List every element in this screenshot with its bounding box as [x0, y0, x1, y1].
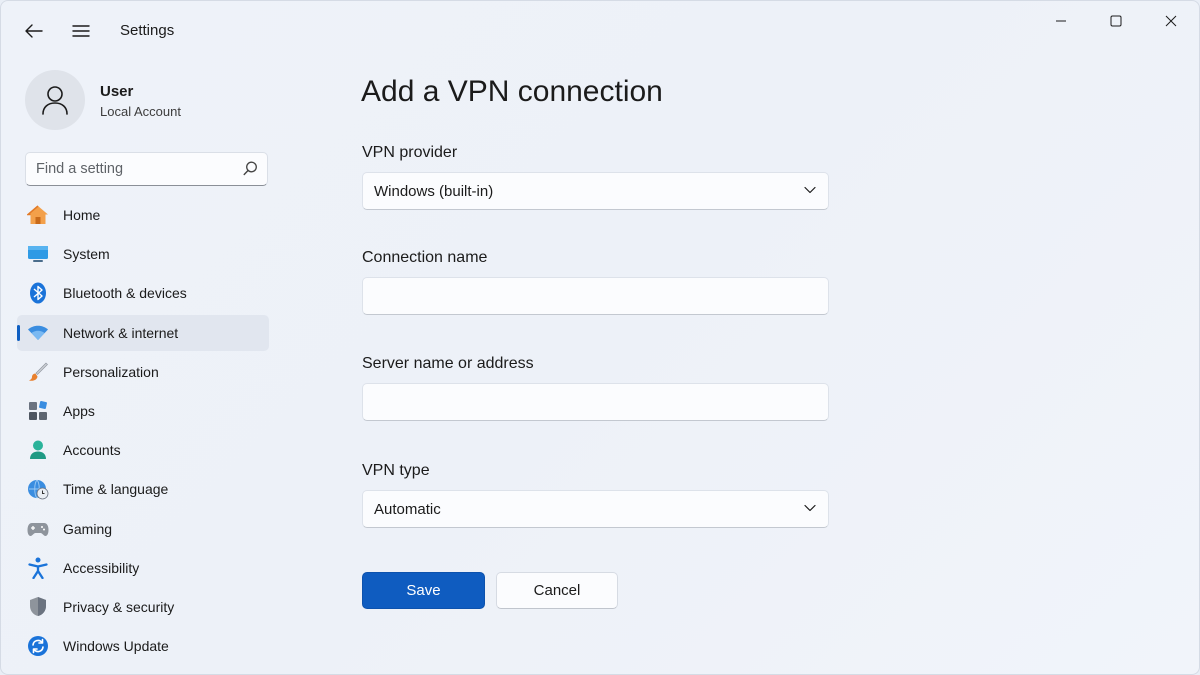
globe-clock-icon	[27, 478, 49, 500]
accessibility-icon	[27, 557, 49, 579]
sidebar-item-label: Windows Update	[63, 638, 169, 655]
sidebar-item-label: Home	[63, 207, 101, 223]
minimize-button[interactable]	[1033, 1, 1089, 41]
gamepad-icon	[27, 518, 49, 540]
sidebar-item-label: Network & internet	[63, 324, 179, 341]
vpn-type-value: Automatic	[374, 501, 441, 518]
vpn-provider-dropdown[interactable]: Windows (built-in)	[362, 172, 829, 210]
server-address-field[interactable]	[363, 384, 828, 420]
system-monitor-icon	[27, 243, 49, 265]
connection-name-field[interactable]	[363, 278, 828, 314]
person-icon	[42, 86, 68, 115]
sidebar-item-gaming[interactable]: Gaming	[17, 511, 269, 547]
update-icon	[27, 635, 49, 657]
sidebar-item-accessibility[interactable]: Accessibility	[17, 550, 269, 586]
sidebar-item-bluetooth[interactable]: Bluetooth & devices	[17, 275, 269, 311]
close-button[interactable]	[1143, 1, 1199, 41]
sidebar-item-network[interactable]: Network & internet	[17, 314, 269, 351]
search-box	[25, 152, 268, 186]
sidebar-item-label: Gaming	[63, 520, 113, 537]
sidebar-item-label: Accessibility	[63, 559, 140, 576]
page-title: Add a VPN connection	[361, 75, 663, 108]
hamburger-menu-icon	[72, 25, 90, 37]
home-icon	[27, 204, 49, 226]
title-bar: Settings	[1, 1, 1199, 61]
bluetooth-icon	[27, 282, 49, 304]
search-icon[interactable]	[243, 161, 258, 176]
chevron-down-icon	[804, 186, 816, 194]
maximize-button[interactable]	[1088, 1, 1144, 41]
sidebar-nav: Home System Bluetooth & devices Network …	[17, 197, 269, 667]
connection-name-label: Connection name	[362, 249, 488, 266]
sidebar-item-label: Apps	[63, 402, 95, 419]
sidebar-item-time-language[interactable]: Time & language	[17, 471, 269, 507]
vpn-provider-label: VPN provider	[362, 144, 458, 161]
sidebar-item-home[interactable]: Home	[17, 197, 269, 233]
sidebar-item-label: Personalization	[63, 363, 159, 380]
sidebar-item-label: Bluetooth & devices	[63, 285, 187, 302]
maximize-icon	[1110, 15, 1122, 27]
shield-icon	[27, 596, 49, 618]
connection-name-field-box	[362, 277, 829, 315]
server-address-label: Server name or address	[362, 355, 534, 372]
user-name: User	[100, 83, 134, 100]
server-address-field-box	[362, 383, 829, 421]
cancel-button[interactable]: Cancel	[496, 572, 618, 609]
vpn-provider-value: Windows (built-in)	[374, 183, 494, 200]
menu-button[interactable]	[63, 13, 99, 49]
sidebar-item-apps[interactable]: Apps	[17, 393, 269, 429]
wifi-icon	[27, 322, 49, 344]
sidebar-item-label: System	[63, 246, 110, 263]
sidebar-item-label: Privacy & security	[63, 598, 175, 615]
sidebar-item-personalization[interactable]: Personalization	[17, 354, 269, 390]
sidebar-item-label: Accounts	[63, 442, 121, 459]
close-icon	[1165, 15, 1177, 27]
vpn-type-dropdown[interactable]: Automatic	[362, 490, 829, 528]
back-arrow-icon	[25, 24, 43, 38]
search-input[interactable]	[26, 153, 236, 185]
settings-window: Settings User Local Account Find a setti…	[0, 0, 1200, 675]
minimize-icon	[1056, 20, 1066, 22]
chevron-down-icon	[804, 504, 816, 512]
sidebar-item-privacy-security[interactable]: Privacy & security	[17, 589, 269, 625]
account-type: Local Account	[100, 104, 181, 119]
vpn-type-label: VPN type	[362, 462, 430, 479]
person-icon	[27, 439, 49, 461]
apps-icon	[27, 400, 49, 422]
back-button[interactable]	[16, 13, 52, 49]
paintbrush-icon	[27, 361, 49, 383]
avatar[interactable]	[25, 70, 85, 130]
sidebar-item-system[interactable]: System	[17, 236, 269, 272]
app-title: Settings	[120, 22, 175, 39]
sidebar-item-windows-update[interactable]: Windows Update	[17, 628, 269, 664]
sidebar-item-accounts[interactable]: Accounts	[17, 432, 269, 468]
save-button[interactable]: Save	[362, 572, 485, 609]
sidebar-item-label: Time & language	[63, 481, 169, 498]
